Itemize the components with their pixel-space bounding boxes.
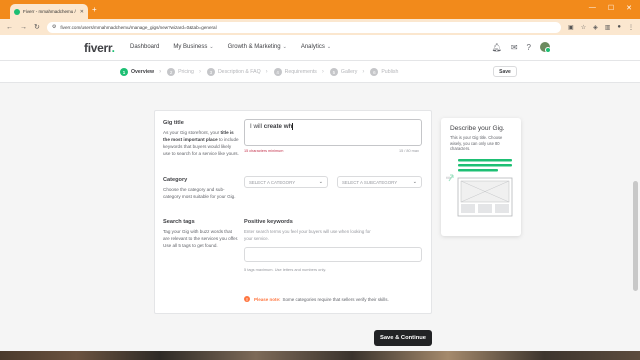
fiverr-favicon-icon — [14, 8, 20, 15]
gig-card-illustration-icon — [448, 159, 513, 217]
url-text: fiverr.com/users/mmahmadchemu/manage_gig… — [60, 24, 217, 30]
notifications-bell-icon[interactable]: 🔔︎ — [492, 43, 502, 52]
chevron-right-icon: › — [321, 69, 324, 75]
step-overview[interactable]: 1 Overview › — [120, 68, 161, 76]
browser-tab-title: Fiverr - mmahmadchemu / Cre — [23, 9, 77, 14]
profile-icon[interactable]: ● — [617, 24, 621, 31]
back-icon[interactable]: ← — [6, 24, 13, 31]
save-button[interactable]: Save — [493, 66, 517, 77]
forward-icon[interactable]: → — [20, 24, 27, 31]
step-description-faq[interactable]: 3 Description & FAQ › — [206, 68, 268, 76]
step-pricing[interactable]: 2 Pricing › — [167, 68, 201, 76]
minimize-icon[interactable]: — — [589, 4, 596, 12]
category-select[interactable]: SELECT A CATEGORY ⌄ — [244, 176, 328, 188]
chevron-down-icon: ⌄ — [209, 44, 214, 50]
step-gallery[interactable]: 5 Gallery › — [329, 68, 365, 76]
gig-wizard-steps: 1 Overview › 2 Pricing › 3 Description & FAQ ›… — [0, 61, 640, 83]
sidebar-icon[interactable]: ▥ — [605, 24, 611, 31]
tags-limit-hint: 5 tags maximum. Use letters and numbers … — [244, 267, 327, 272]
gig-overview-form: Gig title As your Gig storefront, your t… — [154, 110, 432, 314]
please-note: ! Please note: Some categories require t… — [244, 296, 389, 302]
save-and-continue-button[interactable]: Save & Continue — [374, 330, 432, 346]
gig-title-input[interactable]: I will create wh — [244, 119, 422, 146]
chevron-down-icon: ⌄ — [326, 44, 332, 50]
close-window-icon[interactable]: ✕ — [626, 4, 632, 12]
scrollbar-thumb[interactable] — [633, 181, 638, 291]
category-heading: Category — [163, 177, 188, 183]
reload-icon[interactable]: ↻ — [34, 23, 40, 31]
step-requirements[interactable]: 4 Requirements › — [273, 68, 324, 76]
text-caret — [292, 123, 293, 130]
search-tags-heading: Search tags — [163, 219, 195, 225]
bookmark-icon[interactable]: ☆ — [581, 24, 586, 31]
chevron-down-icon: ⌄ — [282, 44, 287, 50]
nav-analytics[interactable]: Analytics ⌄ — [301, 44, 331, 50]
search-tags-description: Tag your Gig with buzz words that are re… — [163, 229, 239, 248]
extensions-icon[interactable]: ◈ — [593, 24, 598, 31]
close-tab-icon[interactable]: ✕ — [80, 9, 84, 15]
chevron-right-icon: › — [198, 69, 201, 75]
url-field[interactable]: ⚙ fiverr.com/users/mmahmadchemu/manage_g… — [46, 21, 562, 33]
chevron-down-icon: ⌄ — [318, 179, 323, 185]
positive-keywords-label: Positive keywords — [244, 219, 293, 225]
video-thumbnail-strip — [0, 351, 640, 360]
top-nav: fiverr. Dashboard My Business ⌄ Growth & … — [0, 35, 640, 61]
subcategory-select[interactable]: SELECT A SUBCATEGORY ⌄ — [337, 176, 422, 188]
chevron-right-icon: › — [159, 69, 162, 75]
browser-address-bar: ← → ↻ ⚙ fiverr.com/users/mmahmadchemu/ma… — [0, 19, 640, 35]
browser-tab[interactable]: Fiverr - mmahmadchemu / Cre ✕ — [10, 4, 88, 19]
step-publish[interactable]: 6 Publish — [370, 68, 398, 76]
browser-tab-bar: Fiverr - mmahmadchemu / Cre ✕ + — ☐ ✕ — [0, 0, 640, 19]
maximize-icon[interactable]: ☐ — [608, 4, 614, 12]
site-info-icon[interactable]: ⚙ — [52, 24, 56, 30]
help-description: This is your Gig title. Choose wisely, y… — [450, 135, 503, 152]
gig-title-char-count: 15 / 80 max — [399, 149, 419, 153]
browser-menu-icon[interactable]: ⋮ — [628, 24, 634, 31]
category-description: Choose the category and sub-category mos… — [163, 187, 236, 199]
nav-my-business[interactable]: My Business ⌄ — [173, 44, 213, 50]
window-controls: — ☐ ✕ — [589, 4, 632, 12]
positive-keywords-hint: Enter search terms you feel your buyers … — [244, 229, 371, 241]
chevron-right-icon: › — [265, 69, 268, 75]
gig-title-help-card: Describe your Gig. This is your Gig titl… — [441, 118, 521, 236]
nav-dashboard[interactable]: Dashboard — [130, 44, 159, 50]
new-tab-icon[interactable]: + — [92, 5, 97, 14]
help-icon[interactable]: ? — [527, 43, 531, 52]
nav-growth-marketing[interactable]: Growth & Marketing ⌄ — [228, 44, 287, 50]
search-tags-input[interactable] — [244, 247, 422, 262]
fiverr-logo[interactable]: fiverr. — [84, 41, 115, 55]
screen-share-icon[interactable]: ▣ — [568, 24, 574, 31]
messages-icon[interactable]: ✉ — [511, 43, 518, 52]
chevron-right-icon: › — [362, 69, 365, 75]
gig-title-min-message: 15 characters minimum — [244, 149, 284, 153]
chevron-down-icon: ⌄ — [412, 179, 417, 185]
avatar[interactable] — [540, 42, 551, 53]
page-scrollbar[interactable] — [633, 61, 638, 351]
gig-title-heading: Gig title — [163, 120, 184, 126]
gig-title-description: As your Gig storefront, your title is th… — [163, 130, 239, 156]
help-title: Describe your Gig. — [450, 125, 505, 132]
warning-icon: ! — [244, 296, 250, 302]
